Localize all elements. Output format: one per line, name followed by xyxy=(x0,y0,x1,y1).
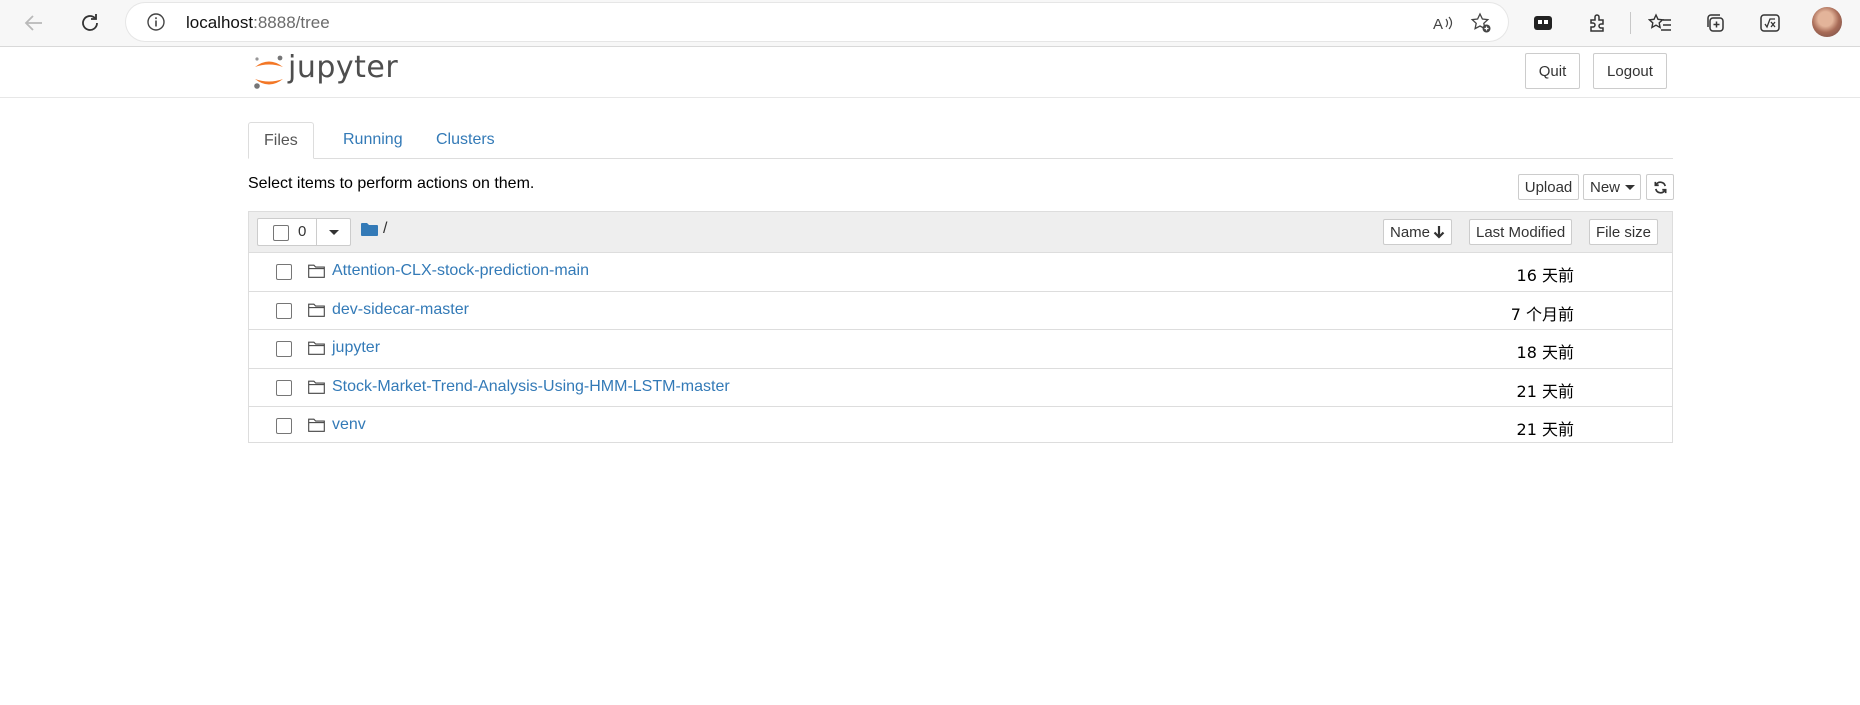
breadcrumb[interactable]: / xyxy=(383,220,387,238)
new-dropdown-button[interactable]: New xyxy=(1583,174,1641,200)
info-icon[interactable] xyxy=(146,12,166,37)
file-name-link[interactable]: jupyter xyxy=(332,339,380,357)
sort-by-name-button[interactable]: Name xyxy=(1383,219,1453,245)
back-arrow-icon[interactable] xyxy=(18,7,50,39)
file-name-link[interactable]: venv xyxy=(332,416,366,434)
jupyter-header: jupyter Quit Logout xyxy=(0,47,1860,98)
collections-icon[interactable] xyxy=(1701,9,1729,37)
refresh-list-button[interactable] xyxy=(1646,174,1674,200)
toolbar-separator xyxy=(1630,12,1631,34)
math-solver-icon[interactable] xyxy=(1756,9,1784,37)
sort-name-label: Name xyxy=(1390,223,1431,241)
puzzle-extension-icon[interactable] xyxy=(1529,9,1557,37)
row-checkbox[interactable] xyxy=(276,302,292,319)
extensions-icon[interactable] xyxy=(1584,9,1612,37)
url-text: localhost:8888/tree xyxy=(186,13,330,33)
tab-clusters[interactable]: Clusters xyxy=(421,122,510,158)
profile-avatar[interactable] xyxy=(1812,7,1842,37)
folder-icon xyxy=(308,303,325,322)
folder-icon xyxy=(308,380,325,399)
selected-count: 0 xyxy=(298,223,307,240)
tab-running[interactable]: Running xyxy=(328,122,418,158)
row-checkbox[interactable] xyxy=(276,264,292,280)
select-all-group: 0 xyxy=(257,218,351,246)
file-row[interactable]: Attention-CLX-stock-prediction-main 16 天前 xyxy=(249,252,1672,290)
refresh-icon xyxy=(1654,180,1666,194)
last-modified: 21 天前 xyxy=(1516,420,1574,439)
browser-toolbar: localhost:8888/tree A xyxy=(0,0,1860,47)
file-row[interactable]: Stock-Market-Trend-Analysis-Using-HMM-LS… xyxy=(249,367,1672,406)
sort-by-size-button[interactable]: File size xyxy=(1589,219,1659,245)
new-label: New xyxy=(1590,178,1621,196)
last-modified: 7 个月前 xyxy=(1510,304,1574,324)
row-checkbox[interactable] xyxy=(276,418,292,434)
quit-button[interactable]: Quit xyxy=(1525,53,1580,89)
svg-text:A: A xyxy=(1433,16,1443,33)
row-checkbox[interactable] xyxy=(276,379,292,396)
address-bar[interactable]: localhost:8888/tree A xyxy=(126,3,1508,41)
file-row[interactable]: venv 21 天前 xyxy=(249,406,1672,444)
url-host: localhost xyxy=(186,13,254,32)
refresh-icon[interactable] xyxy=(74,7,106,39)
last-modified: 16 天前 xyxy=(1516,266,1574,285)
arrow-down-icon xyxy=(1433,226,1445,239)
folder-icon[interactable] xyxy=(361,222,378,236)
file-row[interactable]: dev-sidecar-master 7 个月前 xyxy=(249,290,1672,329)
folder-icon xyxy=(308,341,325,360)
file-row[interactable]: jupyter 18 天前 xyxy=(249,329,1672,367)
file-name-link[interactable]: dev-sidecar-master xyxy=(332,301,469,319)
jupyter-logo-icon[interactable] xyxy=(252,53,286,91)
add-favorite-icon[interactable] xyxy=(1470,12,1492,34)
file-name-link[interactable]: Attention-CLX-stock-prediction-main xyxy=(332,262,589,280)
row-checkbox[interactable] xyxy=(276,341,292,357)
select-menu-button[interactable] xyxy=(317,219,351,245)
tab-bar: Files Running Clusters xyxy=(248,122,1673,159)
upload-button[interactable]: Upload xyxy=(1518,174,1579,200)
logout-button[interactable]: Logout xyxy=(1593,53,1667,89)
favorites-icon[interactable] xyxy=(1646,9,1674,37)
tab-files[interactable]: Files xyxy=(248,122,314,159)
jupyter-logo-text[interactable]: jupyter xyxy=(288,50,398,85)
last-modified: 21 天前 xyxy=(1516,381,1574,401)
select-all-checkbox[interactable] xyxy=(273,225,289,241)
chevron-down-icon xyxy=(1625,184,1636,190)
file-list: 0 / Name Last Modified File size Attenti… xyxy=(248,211,1673,443)
list-header: 0 / Name Last Modified File size xyxy=(249,212,1672,253)
folder-icon xyxy=(308,418,325,437)
chevron-down-icon xyxy=(329,230,339,235)
file-name-link[interactable]: Stock-Market-Trend-Analysis-Using-HMM-LS… xyxy=(332,378,730,396)
sort-by-modified-button[interactable]: Last Modified xyxy=(1469,219,1573,245)
url-path: :8888/tree xyxy=(253,13,330,32)
folder-icon xyxy=(308,264,325,283)
read-aloud-icon[interactable]: A xyxy=(1432,12,1454,34)
last-modified: 18 天前 xyxy=(1516,343,1574,362)
instruction-text: Select items to perform actions on them. xyxy=(248,175,535,192)
